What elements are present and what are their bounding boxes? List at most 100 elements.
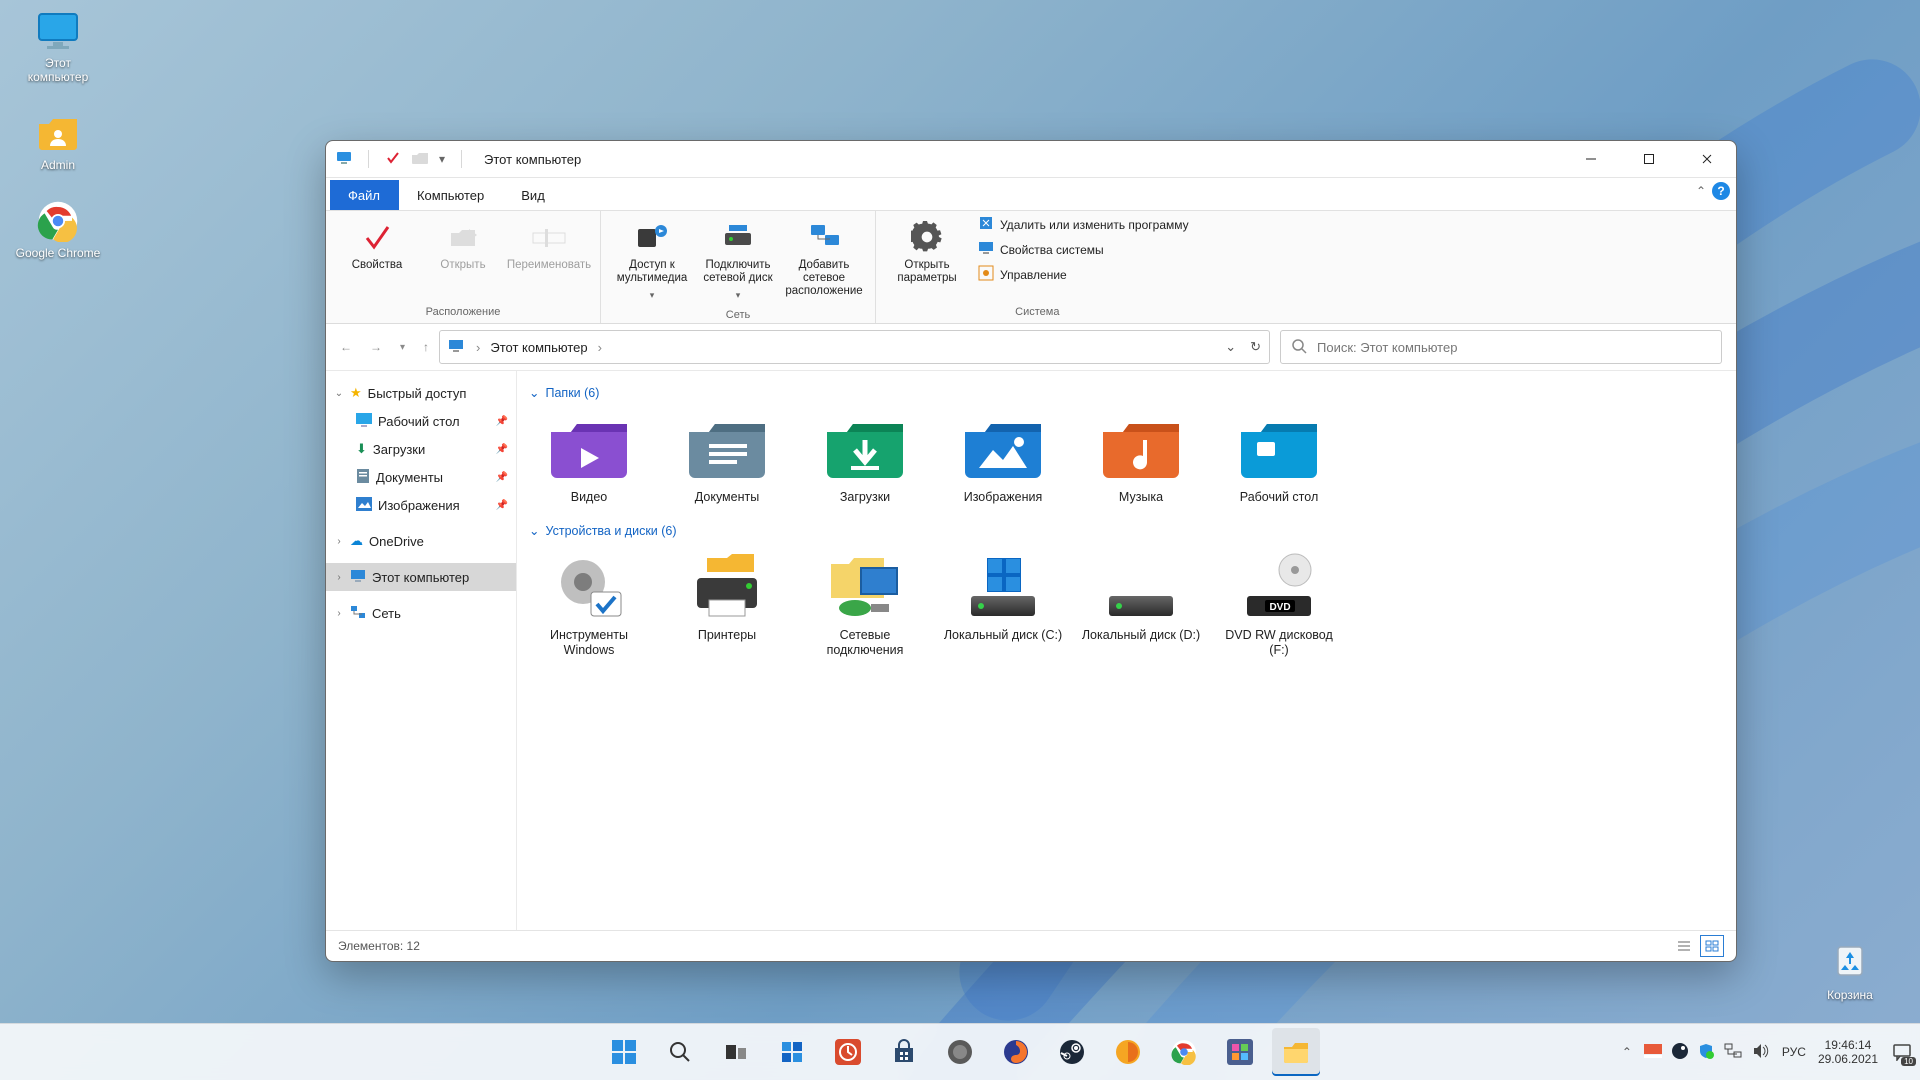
pin-icon: 📌 bbox=[496, 444, 508, 455]
device-windows-tools[interactable]: Инструменты Windows bbox=[523, 546, 655, 664]
section-devices[interactable]: ⌄Устройства и диски (6) bbox=[529, 523, 1730, 538]
sidebar-item-downloads[interactable]: ⬇Загрузки📌 bbox=[326, 435, 516, 463]
monitor-icon bbox=[978, 240, 994, 259]
view-details-button[interactable] bbox=[1672, 935, 1696, 957]
sidebar-onedrive[interactable]: ›☁OneDrive bbox=[326, 527, 516, 555]
ribbon-uninstall-program[interactable]: Удалить или изменить программу bbox=[978, 215, 1189, 234]
taskbar-chrome[interactable] bbox=[1160, 1028, 1208, 1076]
help-button[interactable]: ? bbox=[1712, 182, 1730, 200]
sidebar-item-desktop[interactable]: Рабочий стол📌 bbox=[326, 407, 516, 435]
taskbar-app-4[interactable] bbox=[1216, 1028, 1264, 1076]
ribbon-map-drive[interactable]: Подключить сетевой диск▾ bbox=[697, 215, 779, 306]
folder-downloads[interactable]: Загрузки bbox=[799, 408, 931, 511]
group-label: Система bbox=[1015, 303, 1059, 321]
label: Admin bbox=[41, 158, 75, 172]
folder-small-icon[interactable] bbox=[411, 150, 429, 169]
nav-recent-icon[interactable]: ▾ bbox=[400, 342, 405, 353]
search-input[interactable]: Поиск: Этот компьютер bbox=[1280, 330, 1722, 364]
tab-file[interactable]: Файл bbox=[330, 180, 399, 210]
ribbon-manage[interactable]: Управление bbox=[978, 265, 1189, 284]
taskbar-start[interactable] bbox=[600, 1028, 648, 1076]
ribbon-rename: Переименовать bbox=[508, 215, 590, 276]
checkmark-icon[interactable] bbox=[385, 150, 401, 169]
tray-language[interactable]: РУС bbox=[1782, 1045, 1806, 1059]
folder-music[interactable]: Музыка bbox=[1075, 408, 1207, 511]
taskbar: ⌃ РУС 19:46:14 29.06.2021 10 bbox=[0, 1023, 1920, 1080]
desktop-icon-recycle-bin[interactable]: Корзина bbox=[1806, 937, 1894, 1002]
tab-view[interactable]: Вид bbox=[503, 180, 564, 210]
nav-back-icon[interactable]: ← bbox=[340, 340, 352, 354]
ribbon-system-properties[interactable]: Свойства системы bbox=[978, 240, 1189, 259]
sidebar-quick-access[interactable]: ⌄★Быстрый доступ bbox=[326, 379, 516, 407]
folder-pictures[interactable]: Изображения bbox=[937, 408, 1069, 511]
device-local-disk-d[interactable]: Локальный диск (D:) bbox=[1075, 546, 1207, 664]
nav-up-icon[interactable]: ↑ bbox=[423, 340, 429, 354]
device-network-connections[interactable]: Сетевые подключения bbox=[799, 546, 931, 664]
chrome-icon bbox=[35, 200, 81, 242]
refresh-icon[interactable]: ↻ bbox=[1250, 339, 1261, 355]
taskbar-store[interactable] bbox=[880, 1028, 928, 1076]
folder-videos[interactable]: Видео bbox=[523, 408, 655, 511]
download-icon: ⬇ bbox=[356, 441, 367, 457]
tray-network-icon[interactable] bbox=[1724, 1043, 1742, 1062]
taskbar-file-explorer[interactable] bbox=[1272, 1028, 1320, 1076]
downloads-folder-icon bbox=[820, 414, 910, 484]
tray-notifications[interactable]: 10 bbox=[1890, 1040, 1914, 1064]
close-button[interactable] bbox=[1678, 141, 1736, 177]
maximize-button[interactable] bbox=[1620, 141, 1678, 177]
sidebar-item-pictures[interactable]: Изображения📌 bbox=[326, 491, 516, 519]
nav-forward-icon[interactable]: → bbox=[370, 340, 382, 354]
ribbon: Свойства Открыть Переименовать Расположе… bbox=[326, 210, 1736, 324]
taskbar-steam[interactable] bbox=[1048, 1028, 1096, 1076]
dropdown-icon[interactable]: ▾ bbox=[439, 152, 445, 166]
collapse-ribbon-icon[interactable]: ⌃ bbox=[1696, 184, 1706, 198]
tray-steam-icon[interactable] bbox=[1672, 1043, 1688, 1062]
documents-folder-icon bbox=[682, 414, 772, 484]
rename-icon bbox=[531, 219, 567, 255]
music-folder-icon bbox=[1096, 414, 1186, 484]
chevron-down-icon: ⌄ bbox=[529, 385, 539, 400]
minimize-button[interactable] bbox=[1562, 141, 1620, 177]
tray-clock[interactable]: 19:46:14 29.06.2021 bbox=[1818, 1038, 1878, 1066]
crumb-label[interactable]: Этот компьютер bbox=[490, 340, 587, 355]
view-icons-button[interactable] bbox=[1700, 935, 1724, 957]
tab-computer[interactable]: Компьютер bbox=[399, 180, 503, 210]
taskbar-search[interactable] bbox=[656, 1028, 704, 1076]
desktop-folder-icon bbox=[1234, 414, 1324, 484]
folder-desktop[interactable]: Рабочий стол bbox=[1213, 408, 1345, 511]
section-folders[interactable]: ⌄Папки (6) bbox=[529, 385, 1730, 400]
taskbar-app-1[interactable] bbox=[824, 1028, 872, 1076]
ribbon-properties[interactable]: Свойства bbox=[336, 215, 418, 276]
titlebar[interactable]: ▾ Этот компьютер bbox=[326, 141, 1736, 178]
user-folder-icon bbox=[35, 112, 81, 154]
ribbon-add-net-location[interactable]: Добавить сетевое расположение bbox=[783, 215, 865, 302]
ribbon-open-settings[interactable]: Открыть параметры bbox=[886, 215, 968, 289]
chevron-down-icon[interactable]: ⌄ bbox=[1225, 339, 1236, 355]
device-printers[interactable]: Принтеры bbox=[661, 546, 793, 664]
taskbar-app-3[interactable] bbox=[1104, 1028, 1152, 1076]
sidebar-item-documents[interactable]: Документы📌 bbox=[326, 463, 516, 491]
ribbon-media-access[interactable]: Доступ к мультимедиа▾ bbox=[611, 215, 693, 306]
media-icon bbox=[634, 219, 670, 255]
device-dvd-drive[interactable]: DVDDVD RW дисковод (F:) bbox=[1213, 546, 1345, 664]
group-label: Расположение bbox=[426, 303, 501, 321]
svg-text:DVD: DVD bbox=[1269, 602, 1290, 613]
tray-volume-icon[interactable] bbox=[1752, 1043, 1770, 1062]
folder-documents[interactable]: Документы bbox=[661, 408, 793, 511]
taskbar-taskview[interactable] bbox=[712, 1028, 760, 1076]
desktop-icon-admin[interactable]: Admin bbox=[14, 112, 102, 172]
device-local-disk-c[interactable]: Локальный диск (C:) bbox=[937, 546, 1069, 664]
taskbar-widgets[interactable] bbox=[768, 1028, 816, 1076]
desktop-icon-chrome[interactable]: Google Chrome bbox=[14, 200, 102, 260]
tray-overflow-icon[interactable]: ⌃ bbox=[1622, 1045, 1632, 1059]
address-bar[interactable]: › Этот компьютер › ⌄ ↻ bbox=[439, 330, 1270, 364]
taskbar-firefox[interactable] bbox=[992, 1028, 1040, 1076]
documents-icon bbox=[356, 468, 370, 487]
sidebar-network[interactable]: ›Сеть bbox=[326, 599, 516, 627]
tray-app-icon[interactable] bbox=[1644, 1044, 1662, 1061]
tray-security-icon[interactable] bbox=[1698, 1043, 1714, 1062]
videos-folder-icon bbox=[544, 414, 634, 484]
sidebar-this-pc[interactable]: ›Этот компьютер bbox=[326, 563, 516, 591]
taskbar-app-2[interactable] bbox=[936, 1028, 984, 1076]
desktop-icon-this-pc[interactable]: Этот компьютер bbox=[14, 10, 102, 84]
